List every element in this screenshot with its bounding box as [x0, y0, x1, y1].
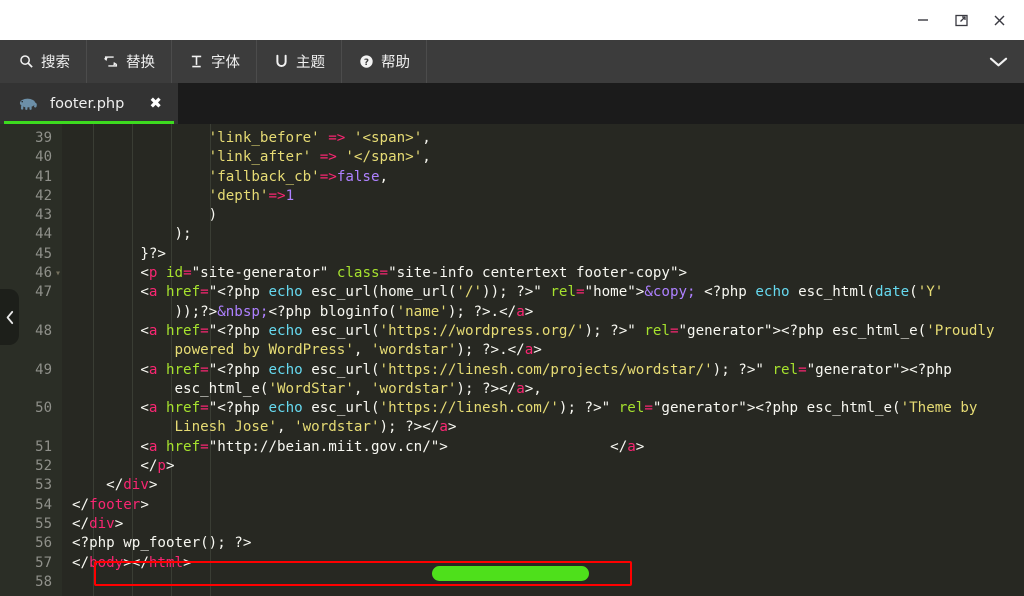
toolbar-label-search: 搜索 — [41, 51, 70, 72]
maximize-icon — [954, 13, 969, 28]
code-line-44: ); — [72, 225, 1024, 244]
line-number: 53 — [0, 476, 62, 495]
code-line-39: 'link_before' => '<span>', — [72, 129, 1024, 148]
line-number: 39 — [0, 129, 62, 148]
code-editor[interactable]: 39 40 41 42 43 44 45 46 ▾ 47 48 49 50 51… — [0, 124, 1024, 596]
line-number: 45 — [0, 245, 62, 264]
code-line-55: </div> — [72, 515, 1024, 534]
toolbar-item-theme[interactable]: 主题 — [257, 40, 342, 83]
line-number-wrap — [0, 418, 62, 437]
code-line-56: <?php wp_footer(); ?> — [72, 534, 1024, 553]
chevron-left-icon — [5, 310, 15, 325]
line-number-text: 46 — [35, 265, 52, 281]
title-bar — [0, 0, 1024, 40]
code-line-49-continuation: esc_html_e('WordStar', 'wordstar'); ?></… — [72, 380, 1024, 399]
toolbar-label-help: 帮助 — [381, 51, 410, 72]
code-line-43: ) — [72, 206, 1024, 225]
code-line-49: <a href="<?php echo esc_url('https://lin… — [72, 361, 1024, 380]
tab-bar: footer.php ✖ — [0, 83, 1024, 124]
theme-icon — [273, 54, 289, 70]
sidebar-collapse-handle[interactable] — [0, 289, 19, 345]
close-button[interactable] — [980, 5, 1018, 35]
line-number: 55 — [0, 515, 62, 534]
toolbar-item-search[interactable]: 搜索 — [0, 40, 87, 83]
line-number: 43 — [0, 206, 62, 225]
tab-close-button[interactable]: ✖ — [149, 96, 162, 111]
code-line-52: </p> — [72, 457, 1024, 476]
close-icon — [992, 13, 1007, 28]
line-number-gutter: 39 40 41 42 43 44 45 46 ▾ 47 48 49 50 51… — [0, 124, 62, 596]
code-line-41: 'fallback_cb'=>false, — [72, 168, 1024, 187]
toolbar-spacer — [427, 40, 972, 83]
line-number: 49 — [0, 361, 62, 380]
toolbar-item-replace[interactable]: 替换 — [87, 40, 172, 83]
line-number: 54 — [0, 496, 62, 515]
line-number: 44 — [0, 225, 62, 244]
toolbar-item-font[interactable]: 字体 — [172, 40, 257, 83]
search-icon — [18, 54, 34, 70]
tab-footer-php[interactable]: footer.php ✖ — [0, 83, 178, 124]
code-line-48-continuation: powered by WordPress', 'wordstar'); ?>.<… — [72, 341, 1024, 360]
svg-text:?: ? — [363, 58, 368, 68]
code-line-50-continuation: Linesh Jose', 'wordstar'); ?></a> — [72, 418, 1024, 437]
code-line-40: 'link_after' => '</span>', — [72, 148, 1024, 167]
line-number: 50 — [0, 399, 62, 418]
code-line-57: </body></html> — [72, 554, 1024, 573]
code-line-51: <a href="http://beian.miit.gov.cn/"> </a… — [72, 438, 1024, 457]
line-number: 57 — [0, 554, 62, 573]
code-line-45: }?> — [72, 245, 1024, 264]
chevron-down-icon — [989, 56, 1008, 68]
code-line-50: <a href="<?php echo esc_url('https://lin… — [72, 399, 1024, 418]
code-content[interactable]: 'link_before' => '<span>', 'link_after' … — [62, 124, 1024, 596]
code-line-54: </footer> — [72, 496, 1024, 515]
minimize-icon — [916, 13, 930, 27]
line-number-wrap — [0, 380, 62, 399]
line-number: 41 — [0, 168, 62, 187]
line-number-foldable[interactable]: 46 ▾ — [0, 264, 62, 283]
toolbar-item-help[interactable]: ? 帮助 — [342, 40, 427, 83]
replace-icon — [103, 54, 119, 70]
maximize-button[interactable] — [942, 5, 980, 35]
line-number: 51 — [0, 438, 62, 457]
php-elephant-icon — [18, 96, 40, 112]
code-line-58 — [72, 573, 1024, 592]
line-number: 56 — [0, 534, 62, 553]
line-number: 40 — [0, 148, 62, 167]
minimize-button[interactable] — [904, 5, 942, 35]
code-line-53: </div> — [72, 476, 1024, 495]
toolbar-label-font: 字体 — [211, 51, 240, 72]
code-line-47: <a href="<?php echo esc_url(home_url('/'… — [72, 283, 1024, 302]
code-line-48: <a href="<?php echo esc_url('https://wor… — [72, 322, 1024, 341]
toolbar-label-theme: 主题 — [296, 51, 325, 72]
line-number: 52 — [0, 457, 62, 476]
toolbar-label-replace: 替换 — [126, 51, 155, 72]
code-line-46: <p id="site-generator" class="site-info … — [72, 264, 1024, 283]
tab-filename: footer.php — [50, 96, 139, 112]
help-icon: ? — [358, 54, 374, 70]
toolbar: 搜索 替换 字体 — [0, 40, 1024, 83]
line-number: 58 — [0, 573, 62, 592]
font-icon — [188, 54, 204, 70]
code-line-47-continuation: ));?>&nbsp;<?php bloginfo('name'); ?>.</… — [72, 303, 1024, 322]
code-line-42: 'depth'=>1 — [72, 187, 1024, 206]
toolbar-overflow-button[interactable] — [972, 40, 1024, 83]
fold-toggle-icon[interactable]: ▾ — [55, 264, 61, 283]
line-number: 42 — [0, 187, 62, 206]
